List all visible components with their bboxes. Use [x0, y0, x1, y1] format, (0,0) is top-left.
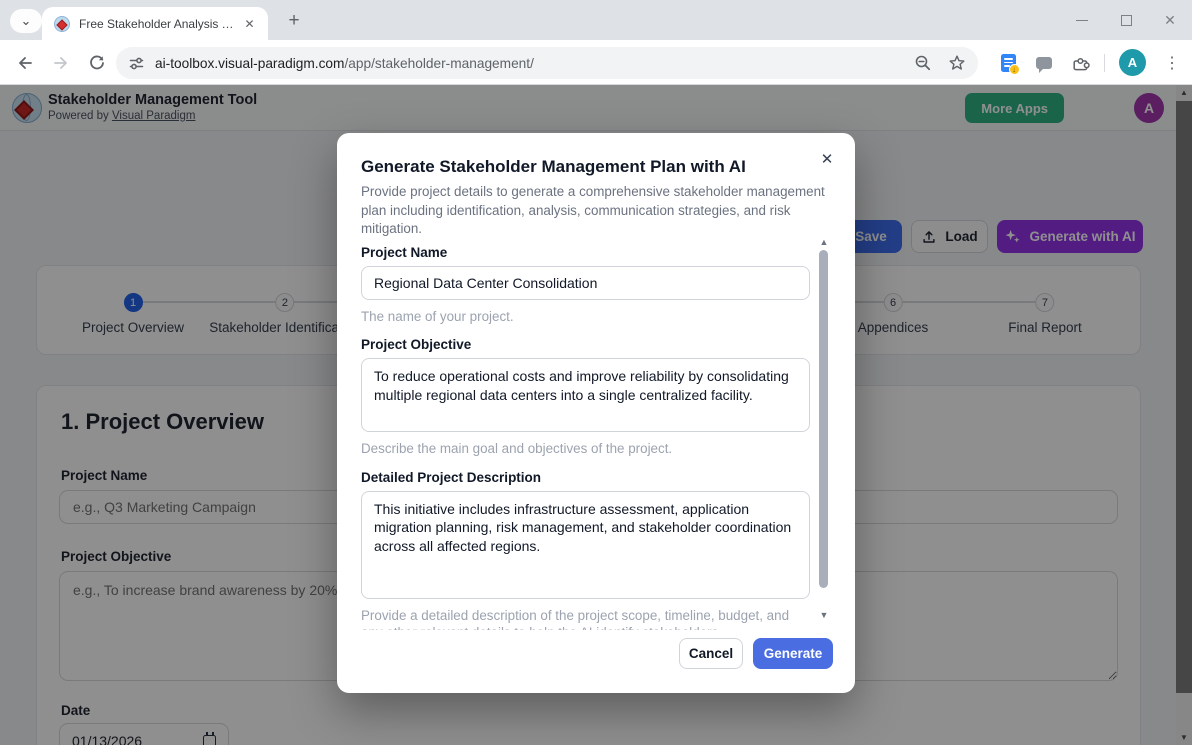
modal-detailed-description-label: Detailed Project Description [361, 470, 810, 485]
tab-favicon-icon [54, 16, 70, 32]
extensions-puzzle-icon[interactable] [1066, 49, 1094, 77]
window-controls: ✕ [1060, 0, 1192, 40]
modal-project-name-input[interactable] [361, 266, 810, 300]
cancel-button[interactable]: Cancel [679, 638, 743, 669]
address-bar[interactable]: ai-toolbox.visual-paradigm.com/app/stake… [116, 47, 978, 79]
zoom-out-icon[interactable] [914, 54, 932, 72]
modal-footer: Cancel Generate [679, 638, 833, 669]
window-minimize-button[interactable] [1060, 0, 1104, 40]
modal-close-icon[interactable]: ✕ [815, 147, 839, 171]
bookmark-star-icon[interactable] [948, 54, 966, 72]
browser-toolbar: ai-toolbox.visual-paradigm.com/app/stake… [0, 40, 1192, 85]
chat-extension-icon[interactable] [1030, 49, 1058, 77]
reload-icon [88, 54, 106, 72]
tab-search-chevron-icon[interactable]: ⌄ [10, 9, 42, 33]
forward-arrow-icon [52, 54, 70, 72]
browser-menu-icon[interactable]: ⋮ [1158, 49, 1186, 77]
modal-title: Generate Stakeholder Management Plan wit… [361, 157, 746, 177]
modal-description: Provide project details to generate a co… [361, 183, 829, 239]
site-settings-icon[interactable] [128, 55, 145, 72]
modal-project-name-helper: The name of your project. [361, 308, 810, 325]
browser-profile-avatar[interactable]: A [1119, 49, 1146, 76]
screen: ⌄ Free Stakeholder Analysis Tool | ✕ + ✕… [0, 0, 1192, 745]
tab-close-icon[interactable]: ✕ [241, 15, 258, 32]
modal-scrollbar-thumb[interactable] [819, 250, 828, 588]
modal-form-scroll-area: Project Name The name of your project. P… [361, 245, 810, 630]
page-viewport: Stakeholder Management Tool Powered by V… [0, 85, 1192, 745]
modal-project-objective-label: Project Objective [361, 337, 810, 352]
modal-scroll-up-icon[interactable]: ▲ [818, 237, 830, 247]
modal-detailed-description-helper: Provide a detailed description of the pr… [361, 607, 810, 630]
window-maximize-button[interactable] [1104, 0, 1148, 40]
forward-button[interactable] [46, 48, 76, 78]
generate-plan-modal: Generate Stakeholder Management Plan wit… [337, 133, 855, 693]
url-text: ai-toolbox.visual-paradigm.com/app/stake… [155, 56, 534, 71]
modal-project-objective-helper: Describe the main goal and objectives of… [361, 440, 810, 457]
back-arrow-icon [16, 54, 34, 72]
tab-strip: ⌄ Free Stakeholder Analysis Tool | ✕ + ✕ [0, 0, 1192, 40]
docs-extension-icon[interactable]: ↓ [994, 49, 1022, 77]
new-tab-button[interactable]: + [282, 9, 306, 33]
generate-button[interactable]: Generate [753, 638, 833, 669]
tab-title: Free Stakeholder Analysis Tool | [79, 17, 234, 31]
back-button[interactable] [10, 48, 40, 78]
reload-button[interactable] [82, 48, 112, 78]
modal-detailed-description-textarea[interactable]: This initiative includes infrastructure … [361, 491, 810, 599]
modal-project-name-label: Project Name [361, 245, 810, 260]
modal-project-objective-textarea[interactable]: To reduce operational costs and improve … [361, 358, 810, 432]
toolbar-separator [1104, 54, 1105, 72]
modal-scroll-down-icon[interactable]: ▼ [818, 610, 830, 620]
browser-tab[interactable]: Free Stakeholder Analysis Tool | ✕ [42, 7, 268, 40]
window-close-button[interactable]: ✕ [1148, 0, 1192, 40]
